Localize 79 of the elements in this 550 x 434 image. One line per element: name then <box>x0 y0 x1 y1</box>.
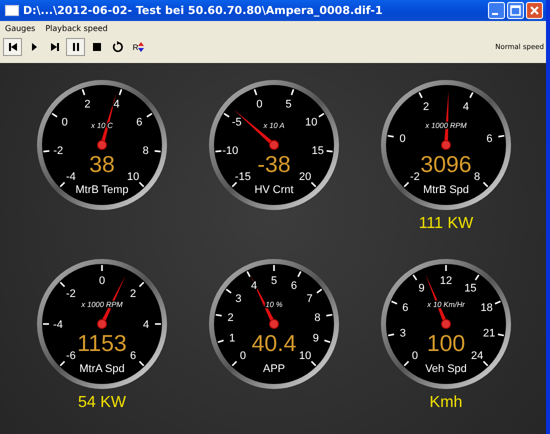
up-down-arrows-icon <box>138 42 144 52</box>
tick-label: 18 <box>480 302 493 314</box>
tick-label: 4 <box>462 100 470 113</box>
minimize-icon[interactable] <box>488 2 505 19</box>
tick-label: 10 <box>127 171 140 184</box>
tick-label: 0 <box>399 133 406 146</box>
tick-label: 6 <box>290 279 298 292</box>
gauge-label: MtrB Temp <box>76 184 128 196</box>
tick-label: 6 <box>402 302 408 314</box>
tick-label: -4 <box>53 318 63 330</box>
tick-label: 3 <box>235 292 242 305</box>
tick-label: 8 <box>314 312 321 324</box>
tick-label: -4 <box>66 171 76 184</box>
power-caption: 54 KW <box>78 394 126 412</box>
gauge-reading: -38 <box>257 151 291 177</box>
tick-label: 8 <box>474 171 480 184</box>
tick-label: 5 <box>270 274 278 286</box>
maximize-icon[interactable] <box>507 2 524 19</box>
tick-label: 7 <box>306 292 313 305</box>
tick-label: -2 <box>66 287 76 300</box>
tick-label: 0 <box>256 98 263 110</box>
tick-label: 0 <box>98 274 106 286</box>
tick-label: 4 <box>113 98 120 110</box>
window-title: D:\...\2012-06-02- Test bei 50.60.70.80\Ampera_0008.dif-1 <box>23 4 384 17</box>
tick-label: 21 <box>483 327 496 340</box>
tick-label: 24 <box>471 350 484 362</box>
tick-label: -2 <box>53 144 64 157</box>
gauge-label: MtrB Spd <box>423 184 469 196</box>
gauge-reading: 40.4 <box>252 330 296 356</box>
gauge-label: Veh Spd <box>425 362 467 374</box>
tick-label: 2 <box>422 100 430 113</box>
stop-icon <box>92 42 102 52</box>
tick-label: 15 <box>312 144 324 157</box>
tick-label: 10 <box>305 116 318 129</box>
tick-label: 6 <box>136 116 142 129</box>
tick-label: 0 <box>62 116 68 129</box>
skip-forward-icon <box>50 42 60 52</box>
tick-label: -6 <box>66 350 76 362</box>
tick-label: 5 <box>285 98 292 110</box>
menu-item[interactable]: Gauges <box>5 24 36 32</box>
pause-icon <box>70 42 80 52</box>
tick-label: 2 <box>84 98 91 110</box>
tick-label: 4 <box>142 318 150 330</box>
power-caption: 111 KW <box>418 215 474 233</box>
tick-label: -2 <box>410 171 420 184</box>
tick-label: -15 <box>234 171 251 184</box>
tick-label: -10 <box>222 144 238 157</box>
menu-item[interactable]: Playback speed <box>45 24 108 32</box>
gauge-label: APP <box>263 362 285 374</box>
window-icon <box>5 5 19 16</box>
tick-label: 9 <box>312 332 319 344</box>
pause-button[interactable] <box>66 38 85 56</box>
tick-label: 2 <box>227 312 234 324</box>
repeat-icon <box>112 41 124 53</box>
tick-label: 0 <box>240 350 246 362</box>
gauge-label: HV Crnt <box>254 184 294 196</box>
power-caption: Kmh <box>430 394 462 412</box>
tick-label: 3 <box>400 327 406 340</box>
tick-label: 20 <box>299 171 312 184</box>
skip-back-icon <box>8 42 18 52</box>
gauge-label: MtrA Spd <box>79 362 125 374</box>
gauge-reading: 1153 <box>77 330 127 356</box>
first-button[interactable] <box>3 38 22 56</box>
tick-label: 12 <box>440 274 452 286</box>
tick-label: 0 <box>412 350 418 362</box>
gauge-reading: 100 <box>426 330 466 356</box>
tick-label: 6 <box>130 350 136 362</box>
tick-label: 9 <box>418 282 425 294</box>
tick-label: -5 <box>232 116 242 129</box>
close-icon[interactable] <box>526 2 543 19</box>
tick-label: 2 <box>130 287 136 300</box>
tick-label: 8 <box>142 144 149 157</box>
gauge-reading: 38 <box>89 151 115 177</box>
tick-label: 6 <box>486 133 493 146</box>
tick-label: 10 <box>299 350 312 362</box>
reverse-button[interactable]: R <box>129 38 148 56</box>
gauge-reading: 3096 <box>420 151 472 177</box>
tick-label: 1 <box>229 332 236 344</box>
tick-label: 15 <box>464 282 477 294</box>
